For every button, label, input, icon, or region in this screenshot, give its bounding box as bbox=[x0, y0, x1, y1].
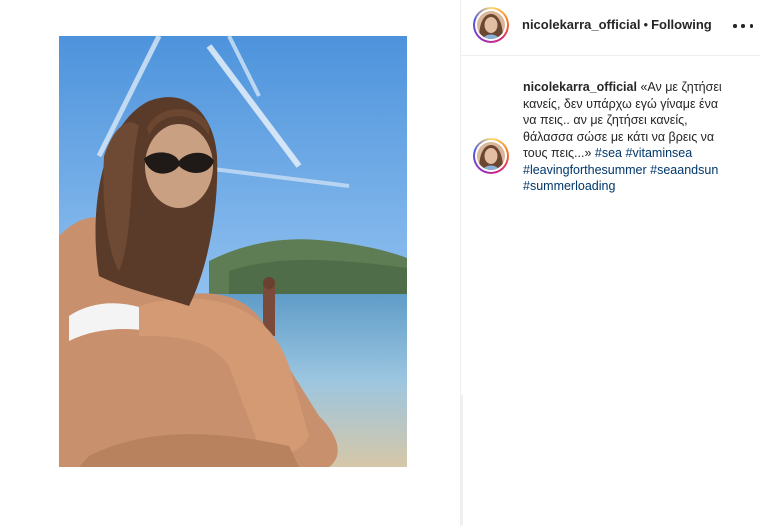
post-details-panel: nicolekarra_official • Following nicolekar… bbox=[460, 0, 760, 527]
header-separator: • bbox=[643, 17, 649, 32]
post-caption: nicolekarra_official «Αν με ζητήσει κανε… bbox=[523, 79, 733, 195]
hashtag-link[interactable]: #sea bbox=[595, 146, 622, 160]
post-media-panel bbox=[0, 0, 460, 527]
header-user-line: nicolekarra_official • Following bbox=[522, 17, 712, 32]
post-photo[interactable] bbox=[59, 36, 407, 467]
post-header: nicolekarra_official • Following bbox=[461, 0, 760, 56]
caption-username[interactable]: nicolekarra_official bbox=[523, 80, 637, 94]
caption-avatar[interactable] bbox=[473, 138, 509, 174]
header-username[interactable]: nicolekarra_official bbox=[522, 17, 641, 32]
divider bbox=[461, 395, 463, 525]
hashtag-link[interactable]: #seaandsun bbox=[650, 163, 718, 177]
hashtag-link[interactable]: #leavingforthesummer bbox=[523, 163, 647, 177]
more-options-icon[interactable] bbox=[733, 16, 753, 36]
header-avatar[interactable] bbox=[473, 7, 509, 43]
profile-avatar bbox=[477, 142, 505, 170]
profile-avatar bbox=[477, 11, 505, 39]
hashtag-link[interactable]: #summerloading bbox=[523, 179, 615, 193]
following-button[interactable]: Following bbox=[651, 17, 712, 32]
hashtag-link[interactable]: #vitaminsea bbox=[626, 146, 693, 160]
